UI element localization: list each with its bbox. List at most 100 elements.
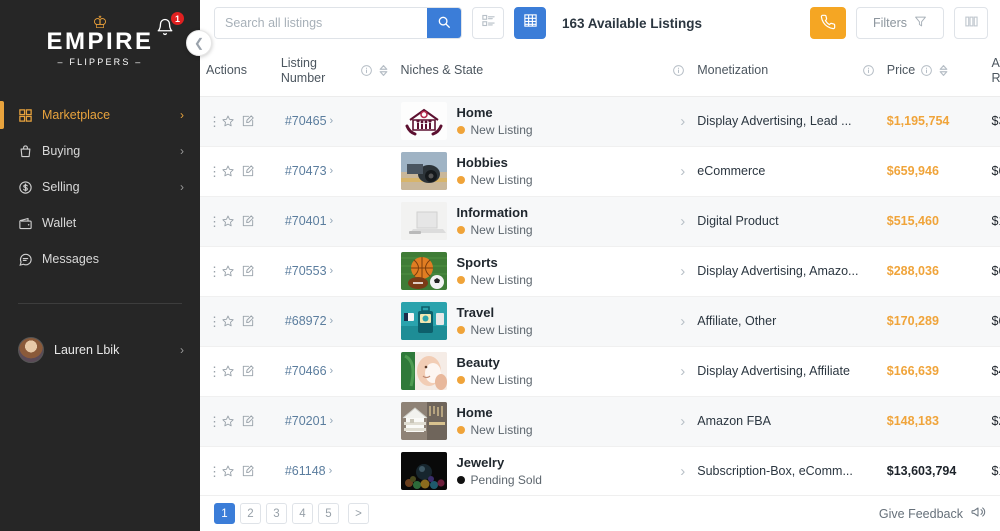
star-icon[interactable] (221, 264, 235, 278)
status-badge: New Listing (457, 373, 533, 387)
table-row[interactable]: ⋮#70401›InformationNew Listing›Digital P… (200, 196, 1000, 246)
row-monetization-cell: Subscription-Box, eComm... (691, 446, 881, 495)
star-icon[interactable] (221, 114, 235, 128)
edit-icon[interactable] (241, 464, 255, 478)
sidebar-item-buying[interactable]: Buying › (0, 133, 200, 169)
table-row[interactable]: ⋮#70201›HomeNew Listing›Amazon FBA$148,1… (200, 396, 1000, 446)
sidebar-user-profile[interactable]: Lauren Lbik › (0, 330, 200, 370)
page-button[interactable]: 1 (214, 503, 235, 524)
info-icon[interactable] (360, 64, 373, 77)
vertical-dots-icon[interactable]: ⋮ (208, 317, 215, 326)
expand-row-icon[interactable]: › (676, 313, 685, 330)
edit-icon[interactable] (241, 114, 255, 128)
star-icon[interactable] (221, 364, 235, 378)
star-icon[interactable] (221, 464, 235, 478)
niche-name: Information (457, 206, 533, 220)
edit-icon[interactable] (241, 414, 255, 428)
listing-number-link[interactable]: #68972› (285, 314, 333, 328)
sidebar-item-selling[interactable]: Selling › (0, 169, 200, 205)
listing-number-link[interactable]: #70465› (285, 114, 333, 128)
search-icon (437, 15, 451, 32)
edit-icon[interactable] (241, 314, 255, 328)
row-niche-cell: InformationNew Listing› (395, 196, 692, 246)
status-dot (457, 276, 465, 284)
phone-contact-button[interactable] (810, 7, 846, 39)
expand-row-icon[interactable]: › (676, 463, 685, 480)
vertical-dots-icon[interactable]: ⋮ (208, 417, 215, 426)
listings-table: Actions Listing Number (200, 46, 1000, 495)
search-input[interactable] (215, 8, 427, 38)
page-button[interactable]: 4 (292, 503, 313, 524)
listing-thumbnail (401, 152, 447, 190)
listing-thumbnail (401, 452, 447, 490)
chevron-right-icon: › (330, 415, 334, 427)
sidebar-collapse-button[interactable]: ❮ (186, 30, 212, 56)
table-row[interactable]: ⋮#70466›BeautyNew Listing›Display Advert… (200, 346, 1000, 396)
info-icon[interactable] (862, 64, 875, 77)
view-toggle-table[interactable] (514, 7, 546, 39)
table-row[interactable]: ⋮#70465›HomeNew Listing›Display Advertis… (200, 96, 1000, 146)
sort-icon[interactable] (938, 64, 949, 77)
page-button[interactable]: 3 (266, 503, 287, 524)
expand-row-icon[interactable]: › (676, 213, 685, 230)
edit-icon[interactable] (241, 164, 255, 178)
row-actions-cell: ⋮ (200, 446, 275, 495)
page-button[interactable]: 2 (240, 503, 261, 524)
star-icon[interactable] (221, 314, 235, 328)
expand-row-icon[interactable]: › (676, 413, 685, 430)
sidebar-item-wallet[interactable]: Wallet (0, 205, 200, 241)
search-button[interactable] (427, 8, 461, 38)
notifications-button[interactable]: 1 (148, 12, 182, 46)
table-row[interactable]: ⋮#70553›SportsNew Listing›Display Advert… (200, 246, 1000, 296)
row-niche-cell: HobbiesNew Listing› (395, 146, 692, 196)
view-toggle-list[interactable] (472, 7, 504, 39)
listing-number-link[interactable]: #70401› (285, 214, 333, 228)
columns-button[interactable] (954, 7, 988, 39)
next-page-button[interactable]: > (348, 503, 369, 524)
info-icon[interactable] (920, 64, 933, 77)
sidebar-item-marketplace[interactable]: Marketplace › (0, 97, 200, 133)
page-button[interactable]: 5 (318, 503, 339, 524)
edit-icon[interactable] (241, 214, 255, 228)
table-row[interactable]: ⋮#61148›JewelryPending Sold›Subscription… (200, 446, 1000, 495)
expand-row-icon[interactable]: › (676, 263, 685, 280)
status-badge: New Listing (457, 173, 533, 187)
vertical-dots-icon[interactable]: ⋮ (208, 367, 215, 376)
expand-row-icon[interactable]: › (676, 163, 685, 180)
funnel-icon (914, 15, 927, 31)
table-row[interactable]: ⋮#68972›TravelNew Listing›Affiliate, Oth… (200, 296, 1000, 346)
vertical-dots-icon[interactable]: ⋮ (208, 117, 215, 126)
edit-icon[interactable] (241, 264, 255, 278)
listing-number-link[interactable]: #70473› (285, 164, 333, 178)
star-icon[interactable] (221, 214, 235, 228)
expand-row-icon[interactable]: › (676, 363, 685, 380)
listing-number-link[interactable]: #70201› (285, 414, 333, 428)
expand-row-icon[interactable]: › (676, 113, 685, 130)
edit-icon[interactable] (241, 364, 255, 378)
listing-number-link[interactable]: #61148› (285, 464, 332, 478)
sidebar-item-messages[interactable]: Messages (0, 241, 200, 277)
give-feedback-button[interactable]: Give Feedback (879, 504, 986, 523)
listing-number-link[interactable]: #70553› (285, 264, 333, 278)
sort-icon[interactable] (378, 64, 389, 77)
vertical-dots-icon[interactable]: ⋮ (208, 167, 215, 176)
listing-number-link[interactable]: #70466› (285, 364, 333, 378)
avg-monthly-revenue-value: $20,234 (992, 414, 1000, 428)
vertical-dots-icon[interactable]: ⋮ (208, 467, 215, 476)
table-row[interactable]: ⋮#70473›HobbiesNew Listing›eCommerce$659… (200, 146, 1000, 196)
chevron-right-icon: › (329, 465, 333, 477)
column-header-avg-monthly-revenue[interactable]: Avg Monthly Revenue (986, 46, 1000, 96)
phone-icon (820, 14, 836, 33)
column-header-price[interactable]: Price (881, 46, 986, 96)
price-value: $170,289 (887, 314, 939, 328)
filters-button[interactable]: Filters (856, 7, 944, 39)
vertical-dots-icon[interactable]: ⋮ (208, 217, 215, 226)
vertical-dots-icon[interactable]: ⋮ (208, 267, 215, 276)
star-icon[interactable] (221, 164, 235, 178)
info-icon[interactable] (672, 64, 685, 77)
status-label: New Listing (471, 123, 533, 137)
column-header-listing-number[interactable]: Listing Number (275, 46, 395, 96)
grid-icon (18, 108, 42, 123)
sidebar-item-label: Wallet (42, 216, 184, 230)
star-icon[interactable] (221, 414, 235, 428)
